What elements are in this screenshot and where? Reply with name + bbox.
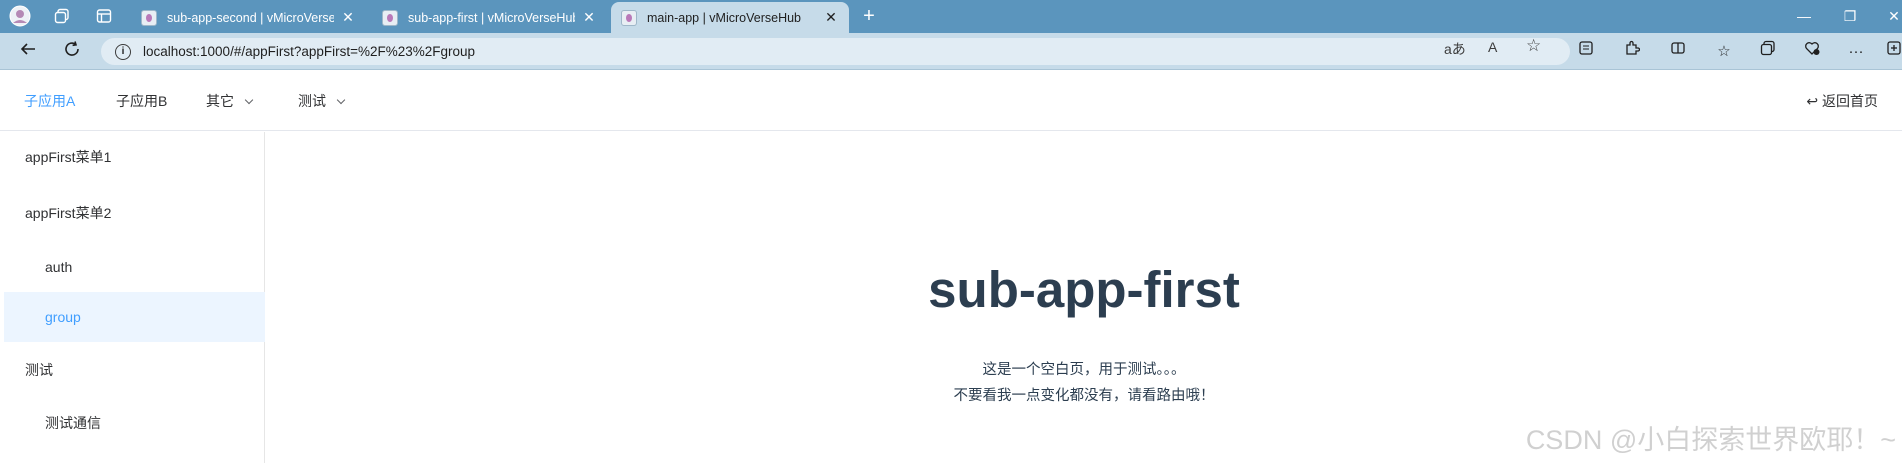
sidebar-item-label: appFirst菜单2	[25, 205, 112, 221]
sidebar-item-label: appFirst菜单1	[25, 149, 112, 165]
nav-item-test[interactable]: 测试	[298, 71, 346, 131]
sidebar-item-auth[interactable]: auth	[4, 242, 265, 292]
tab-favicon-icon	[382, 9, 398, 26]
tab-close-icon[interactable]: ✕	[823, 9, 839, 26]
browser-tab-sub-app-second[interactable]: sub-app-second | vMicroVerseHub ✕	[131, 2, 366, 33]
new-tab-button[interactable]: +	[857, 4, 881, 28]
nav-item-other[interactable]: 其它	[206, 71, 254, 131]
tab-close-icon[interactable]: ✕	[340, 9, 356, 26]
nav-item-label: 子应用A	[24, 93, 76, 109]
workspaces-icon[interactable]	[50, 4, 74, 28]
more-menu-icon[interactable]: ···	[1844, 40, 1868, 64]
browser-tab-strip: sub-app-second | vMicroVerseHub ✕ sub-ap…	[0, 0, 1902, 33]
description-line-1: 这是一个空白页，用于测试。。。	[982, 362, 1186, 378]
browser-tab-sub-app-first[interactable]: sub-app-first | vMicroVerseHub ✕	[372, 2, 607, 33]
browser-toolbar: i localhost:1000/#/appFirst?appFirst=%2F…	[0, 33, 1902, 70]
sidebar-item-label: group	[45, 309, 81, 325]
back-arrow-icon[interactable]	[16, 40, 40, 64]
address-text[interactable]: localhost:1000/#/appFirst?appFirst=%2F%2…	[143, 44, 475, 59]
site-info-icon[interactable]: i	[115, 43, 131, 60]
nav-item-label: 测试	[298, 93, 326, 109]
sidebar-item-label: 测试	[25, 362, 53, 378]
back-home-button[interactable]: ↩ 返回首页	[1806, 71, 1878, 131]
read-aloud-icon[interactable]: aあ	[1444, 39, 1466, 59]
close-window-icon[interactable]: ✕	[1884, 6, 1902, 26]
tab-favicon-icon	[141, 9, 157, 26]
tab-title: sub-app-first | vMicroVerseHub	[408, 10, 575, 25]
tab-title: sub-app-second | vMicroVerseHub	[167, 10, 334, 25]
sidebar-item-test-comm[interactable]: 测试通信	[4, 398, 265, 448]
description-line-2: 不要看我一点变化都没有，请看路由哦！	[953, 388, 1215, 404]
favorites-icon[interactable]: ☆	[1712, 40, 1736, 64]
browser-essentials-icon[interactable]	[1800, 40, 1824, 64]
nav-item-label: 其它	[206, 93, 234, 109]
address-bar[interactable]: i localhost:1000/#/appFirst?appFirst=%2F…	[101, 38, 1570, 65]
nav-item-label: 子应用B	[116, 93, 168, 109]
profile-avatar-icon[interactable]	[8, 4, 32, 28]
sidebar-menu: appFirst菜单1 appFirst菜单2 auth group 测试 测试…	[4, 132, 265, 463]
tab-title: main-app | vMicroVerseHub	[647, 10, 802, 25]
tab-collections-icon[interactable]	[1756, 40, 1780, 64]
sidebar-item-label: auth	[45, 259, 73, 275]
refresh-icon[interactable]	[60, 40, 84, 64]
nav-item-sub-app-a[interactable]: 子应用A	[24, 71, 75, 131]
main-content: sub-app-first 这是一个空白页，用于测试。。。 不要看我一点变化都没…	[266, 132, 1902, 463]
sidebar-item-test[interactable]: 测试	[4, 345, 265, 395]
sidebar-item-appfirst-menu1[interactable]: appFirst菜单1	[4, 132, 265, 182]
split-screen-icon[interactable]	[1666, 40, 1690, 64]
chevron-down-icon	[244, 95, 254, 105]
sidebar-item-group[interactable]: group	[4, 292, 265, 342]
favorite-star-icon[interactable]: ☆	[1526, 36, 1541, 56]
tab-actions-icon[interactable]	[92, 4, 116, 28]
restore-icon[interactable]: ❐	[1840, 6, 1860, 26]
font-size-icon[interactable]: A	[1488, 39, 1497, 55]
collections-icon[interactable]	[1574, 40, 1598, 64]
tab-close-icon[interactable]: ✕	[581, 9, 597, 26]
copilot-icon[interactable]	[1882, 40, 1902, 64]
sidebar-item-appfirst-menu2[interactable]: appFirst菜单2	[4, 188, 265, 238]
nav-item-sub-app-b[interactable]: 子应用B	[116, 71, 167, 131]
minimize-icon[interactable]: —	[1794, 6, 1814, 26]
sidebar-item-label: 测试通信	[45, 415, 101, 431]
browser-tab-main-app[interactable]: main-app | vMicroVerseHub ✕	[611, 2, 849, 33]
chevron-down-icon	[336, 95, 346, 105]
tab-favicon-icon	[621, 9, 637, 26]
app-top-nav: 子应用A 子应用B 其它 测试 ↩ 返回首页	[0, 71, 1902, 131]
extensions-icon[interactable]	[1620, 40, 1644, 64]
watermark: CSDN @小白探索世界欧耶！~	[1525, 425, 1896, 455]
page-title: sub-app-first	[928, 261, 1240, 318]
